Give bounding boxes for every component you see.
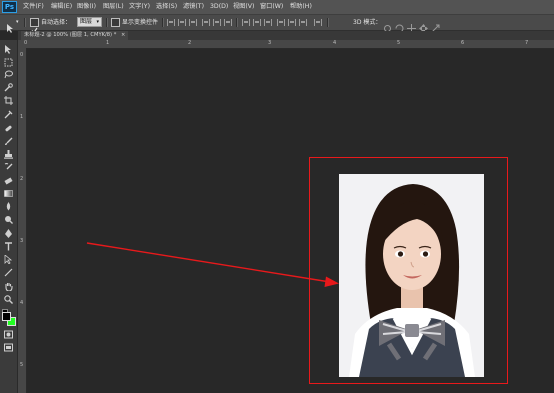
annotation-arrow [86, 242, 339, 287]
photoshop-window: Ps 文件(F) 编辑(E) 图像(I) 图层(L) 文字(Y) 选择(S) 滤… [0, 0, 554, 393]
